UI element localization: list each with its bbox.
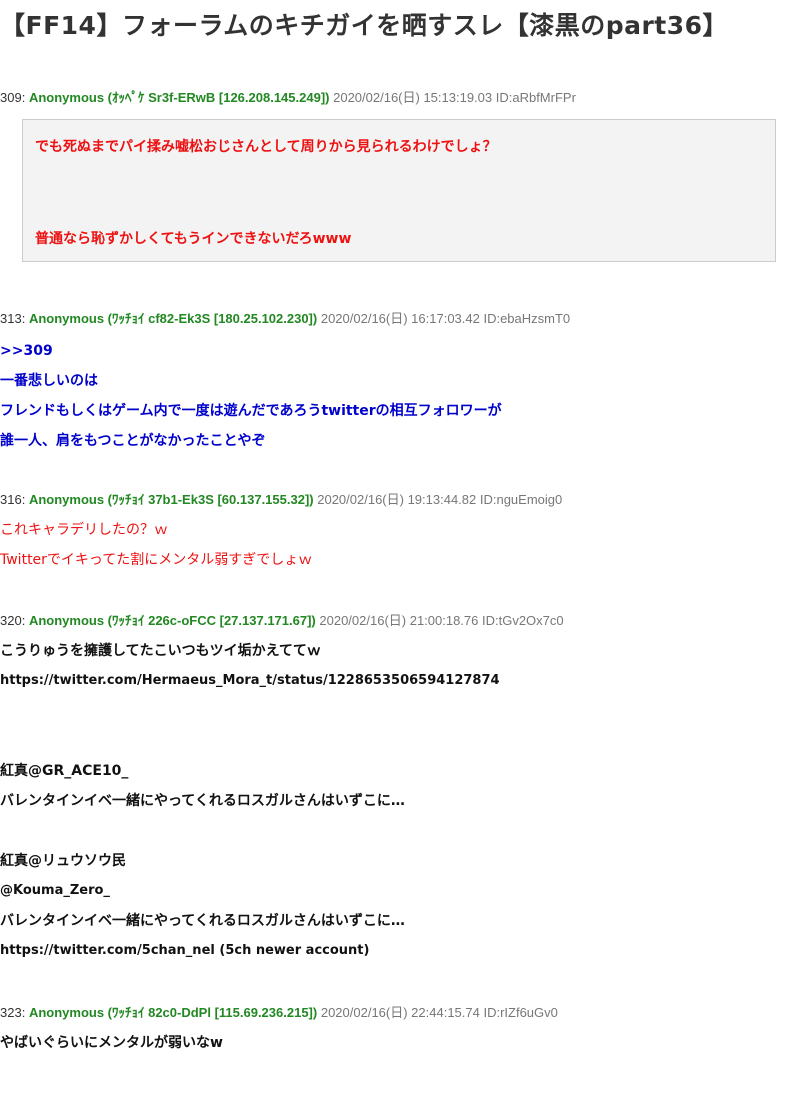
post-date: 2020/02/16(日) 15:13:19.03 ID:aRbfMrFPr xyxy=(333,90,576,105)
post-text-line: バレンタインイベ一緒にやってくれるロスガルさんはいずこに… xyxy=(0,793,405,809)
account-note: (5ch newer account) xyxy=(219,943,370,958)
post-number: 313: xyxy=(0,311,26,326)
post-author: Anonymous (ﾜｯﾁｮｲ 226c-oFCC [27.137.171.6… xyxy=(28,613,316,628)
post-number: 316: xyxy=(0,492,26,507)
post-text-line: https://twitter.com/5chan_nel (5ch newer… xyxy=(0,936,800,966)
post-text-line: Twitterでイキってた割にメンタル弱すぎでしょｗ xyxy=(0,552,313,568)
post-320: 320: Anonymous (ﾜｯﾁｮｲ 226c-oFCC [27.137.… xyxy=(0,613,800,966)
post-text-line: 普通なら恥ずかしくてもうインできないだろwww xyxy=(35,231,352,247)
post-text-line: 一番悲しいのは xyxy=(0,373,98,389)
post-text-line: バレンタインイベ一緒にやってくれるロスガルさんはいずこに… xyxy=(0,913,405,929)
post-body: やばいぐらいにメンタルが弱いなw xyxy=(0,1028,800,1058)
reply-anchor-link[interactable]: >>309 xyxy=(0,336,800,366)
post-date: 2020/02/16(日) 21:00:18.76 ID:tGv2Ox7c0 xyxy=(319,613,564,628)
post-number: 309: xyxy=(0,90,26,105)
post-header: 320: Anonymous (ﾜｯﾁｮｲ 226c-oFCC [27.137.… xyxy=(0,613,800,629)
post-text-line: @Kouma_Zero_ xyxy=(0,883,110,898)
page-title: 【FF14】フォーラムのキチガイを晒すスレ【漆黒のpart36】 xyxy=(0,11,729,40)
post-header: 316: Anonymous (ﾜｯﾁｮｲ 37b1-Ek3S [60.137.… xyxy=(0,492,800,508)
post-309: 309: Anonymous (ｵｯﾍﾟｹ Sr3f-ERwB [126.208… xyxy=(0,90,800,106)
post-body: >>309 一番悲しいのは フレンドもしくはゲーム内で一度は遊んだであろうtwi… xyxy=(0,336,800,456)
profile-link[interactable]: https://twitter.com/5chan_nel xyxy=(0,943,215,958)
post-date: 2020/02/16(日) 19:13:44.82 ID:nguEmoig0 xyxy=(317,492,563,507)
post-author: Anonymous (ﾜｯﾁｮｲ 37b1-Ek3S [60.137.155.3… xyxy=(28,492,314,507)
post-number: 320: xyxy=(0,613,26,628)
post-body: これキャラデリしたの？ｗ Twitterでイキってた割にメンタル弱すぎでしょｗ xyxy=(0,515,800,575)
post-text-line: 紅真@リュウソウ民 xyxy=(0,853,126,869)
post-313: 313: Anonymous (ﾜｯﾁｮｲ cf82-Ek3S [180.25.… xyxy=(0,311,800,456)
post-text-line: やばいぐらいにメンタルが弱いなw xyxy=(0,1035,223,1051)
post-body: こうりゅうを擁護してたこいつもツイ垢かえててｗ https://twitter.… xyxy=(0,636,800,966)
post-323: 323: Anonymous (ﾜｯﾁｮｲ 82c0-DdPl [115.69.… xyxy=(0,1005,800,1058)
post-text-line: 誰一人、肩をもつことがなかったことやぞ xyxy=(0,433,266,449)
tweet-link[interactable]: https://twitter.com/Hermaeus_Mora_t/stat… xyxy=(0,666,800,696)
post-text-line: 紅真@GR_ACE10_ xyxy=(0,763,129,779)
post-text-line: でも死ぬまでパイ揉み嘘松おじさんとして周りから見られるわけでしょ？ xyxy=(35,139,497,155)
post-body-box: でも死ぬまでパイ揉み嘘松おじさんとして周りから見られるわけでしょ？ 普通なら恥ず… xyxy=(22,119,776,262)
post-author: Anonymous (ﾜｯﾁｮｲ cf82-Ek3S [180.25.102.2… xyxy=(28,311,318,326)
post-date: 2020/02/16(日) 16:17:03.42 ID:ebaHzsmT0 xyxy=(320,311,571,326)
post-text-line: これキャラデリしたの？ｗ xyxy=(0,522,168,538)
post-author: Anonymous (ｵｯﾍﾟｹ Sr3f-ERwB [126.208.145.… xyxy=(28,90,330,105)
post-number: 323: xyxy=(0,1005,26,1020)
post-header: 313: Anonymous (ﾜｯﾁｮｲ cf82-Ek3S [180.25.… xyxy=(0,311,800,327)
post-316: 316: Anonymous (ﾜｯﾁｮｲ 37b1-Ek3S [60.137.… xyxy=(0,492,800,575)
post-text-line: こうりゅうを擁護してたこいつもツイ垢かえててｗ xyxy=(0,643,321,659)
post-author: Anonymous (ﾜｯﾁｮｲ 82c0-DdPl [115.69.236.2… xyxy=(28,1005,318,1020)
post-header: 323: Anonymous (ﾜｯﾁｮｲ 82c0-DdPl [115.69.… xyxy=(0,1005,800,1021)
post-date: 2020/02/16(日) 22:44:15.74 ID:rIZf6uGv0 xyxy=(320,1005,558,1020)
post-text-line: フレンドもしくはゲーム内で一度は遊んだであろうtwitterの相互フォロワーが xyxy=(0,403,502,419)
post-header: 309: Anonymous (ｵｯﾍﾟｹ Sr3f-ERwB [126.208… xyxy=(0,90,800,106)
